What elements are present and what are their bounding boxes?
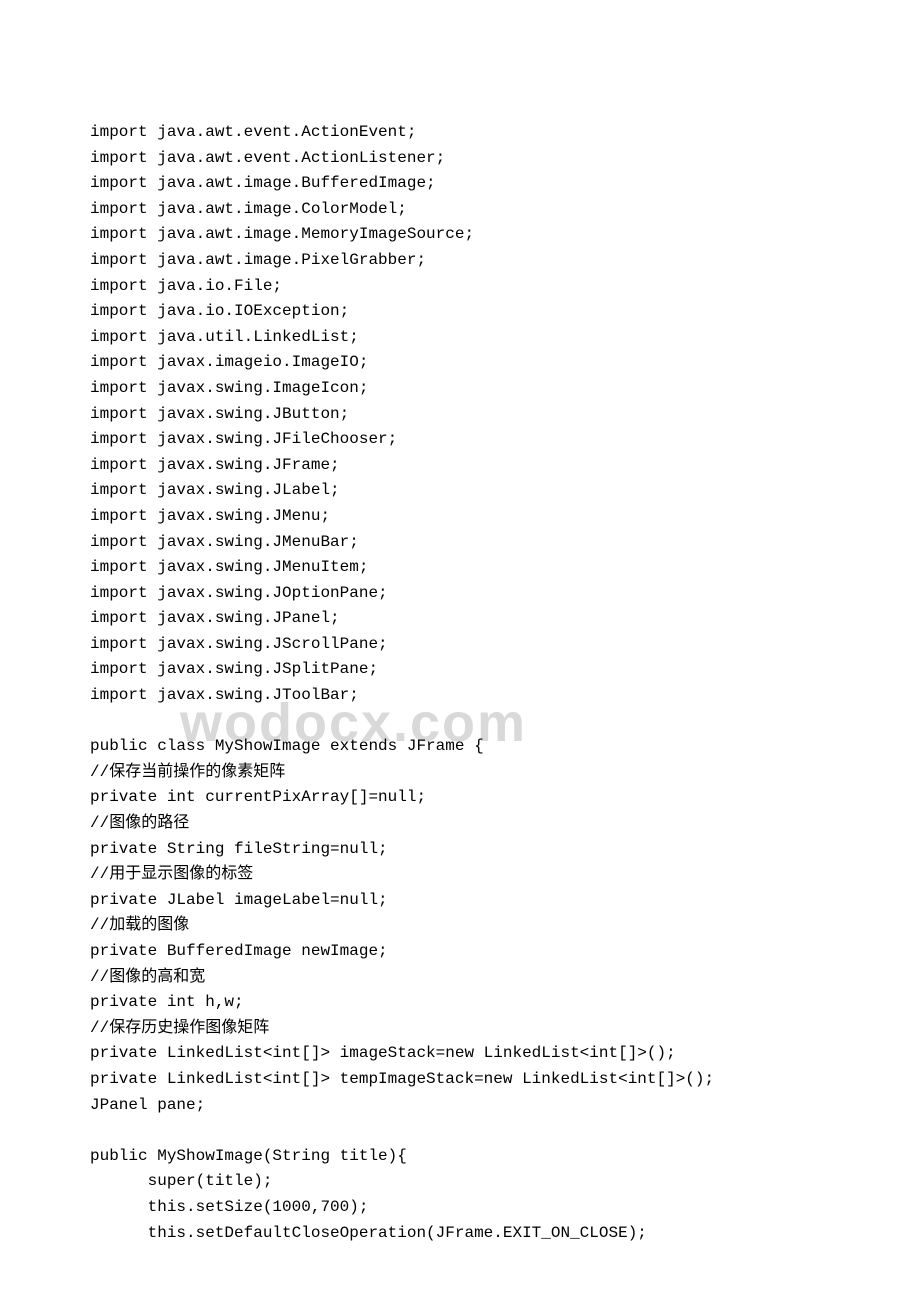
code-content: import java.awt.event.ActionEvent; impor…	[90, 120, 830, 1246]
document-page: wodocx.com import java.awt.event.ActionE…	[0, 0, 920, 1306]
